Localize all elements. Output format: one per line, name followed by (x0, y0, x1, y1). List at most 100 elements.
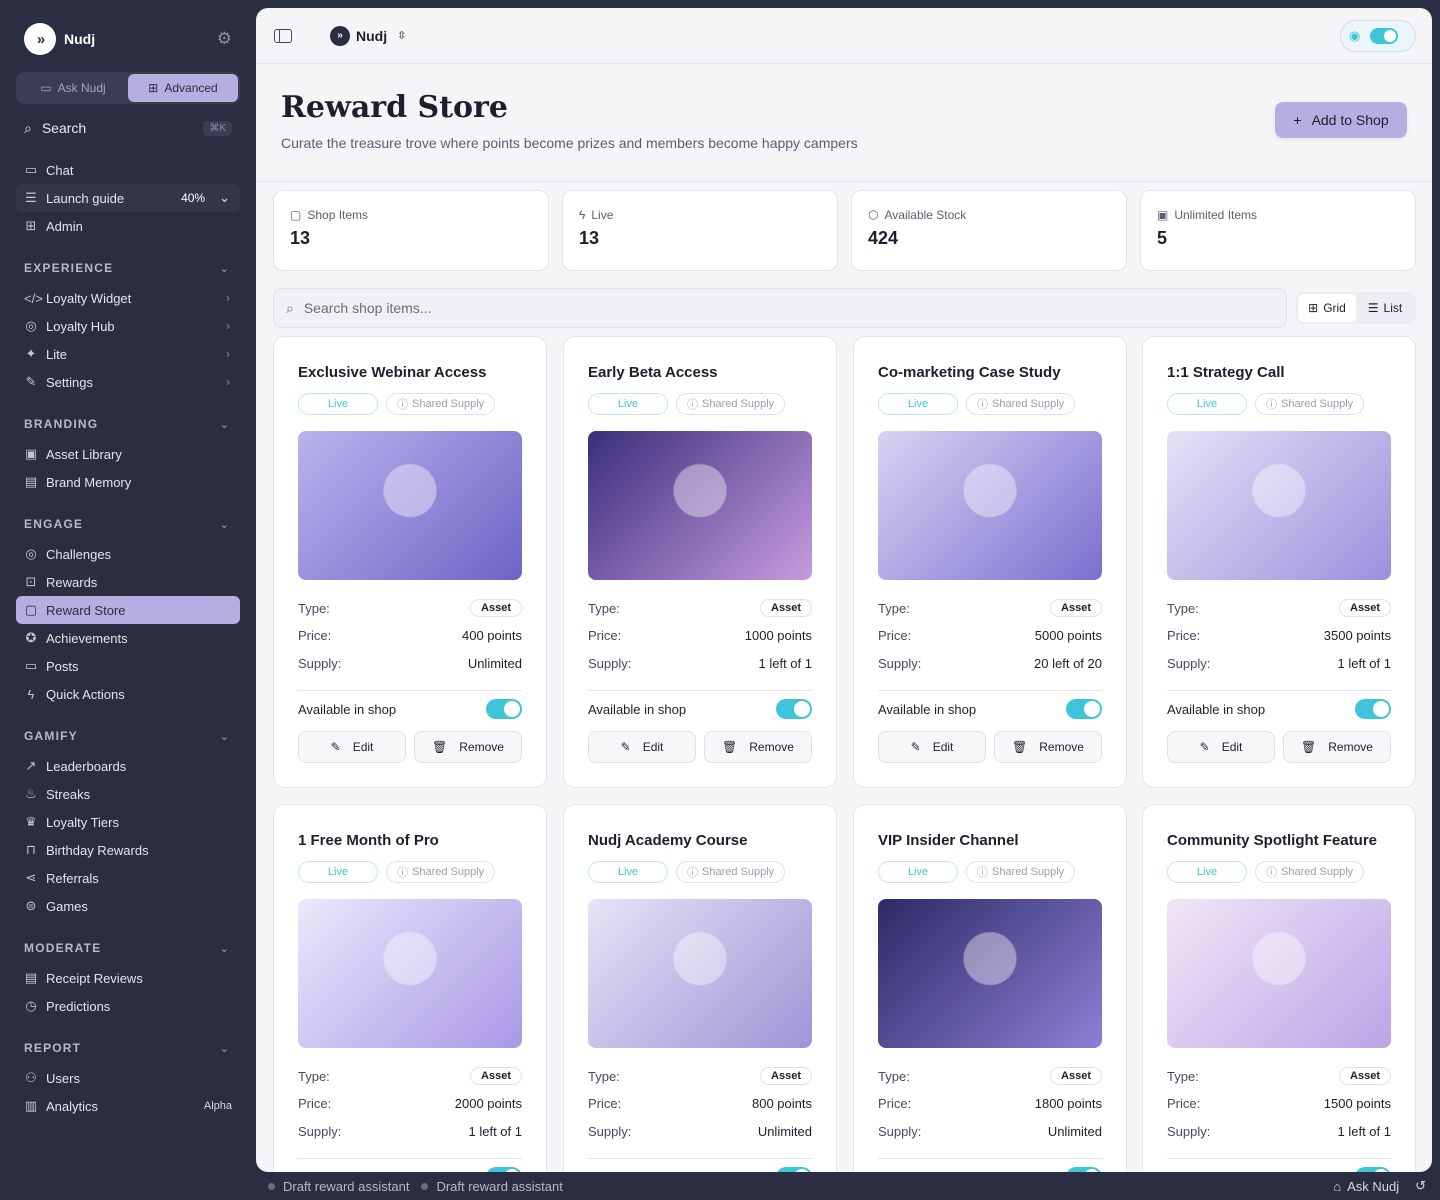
list-view-button[interactable]: ☰ List (1356, 294, 1414, 322)
sidebar-item-asset-library[interactable]: ▣ Asset Library (16, 440, 240, 468)
advanced-mode-button[interactable]: ⊞ Advanced (128, 74, 238, 102)
item-price-row: Price: 800 points (588, 1096, 812, 1111)
stat-value: 13 (290, 228, 311, 248)
edit-icon: ✎ (620, 740, 631, 754)
sidebar-item-challenges[interactable]: ◎ Challenges (16, 540, 240, 568)
item-name: VIP Insider Channel (878, 832, 1019, 849)
grid-view-button[interactable]: ⊞ Grid (1298, 294, 1356, 322)
ask-nudj-button[interactable]: ⌂ Ask Nudj ↺ (1333, 1178, 1426, 1194)
status-dot-icon (268, 1182, 275, 1190)
item-type-value: Asset (1050, 599, 1102, 617)
item-name: Nudj Academy Course (588, 832, 748, 849)
workspace-switcher[interactable]: » Nudj ⇳ (330, 25, 406, 46)
sidebar-item-birthday-rewards[interactable]: ⊓ Birthday Rewards (16, 836, 240, 864)
sidebar-item-reward-store[interactable]: ▢ Reward Store (16, 596, 240, 624)
sidebar-item-loyalty-tiers[interactable]: ♛ Loyalty Tiers (16, 808, 240, 836)
sidebar-item-rewards[interactable]: ⊡ Rewards (16, 568, 240, 596)
add-to-shop-button[interactable]: + Add to Shop (1275, 102, 1407, 138)
sidebar-item-settings[interactable]: ✎ Settings › (16, 368, 240, 396)
sidebar-item-loyalty-widget[interactable]: </> Loyalty Widget › (16, 284, 240, 312)
sidebar-item-leaderboards[interactable]: ↗ Leaderboards (16, 752, 240, 780)
post-icon: ▭ (24, 658, 38, 673)
group-header-report[interactable]: REPORT ⌄ (16, 1038, 240, 1058)
sidebar-item-label: Analytics (46, 1098, 99, 1114)
search-label: Search (41, 120, 87, 136)
sidebar-item-label: Chat (46, 162, 74, 178)
visibility-toggle[interactable]: ◉ (1340, 19, 1416, 52)
sidebar-item-brand-memory[interactable]: ▤ Brand Memory (16, 468, 240, 496)
search-shortcut: ⌘K (203, 120, 232, 136)
edit-button[interactable]: ✎ Edit (1167, 731, 1275, 763)
remove-button[interactable]: 🗑 Remove (414, 731, 522, 763)
divider (1167, 1158, 1391, 1159)
sidebar-item-receipt-reviews[interactable]: ▤ Receipt Reviews (16, 964, 240, 992)
sidebar-item-admin[interactable]: ⊞ Admin (16, 212, 240, 240)
available-toggle[interactable] (1355, 699, 1391, 719)
edit-button[interactable]: ✎ Edit (878, 731, 986, 763)
sidebar-item-quick-actions[interactable]: ϟ Quick Actions (16, 680, 240, 708)
draft-tab[interactable]: Draft reward assistant (436, 1179, 562, 1194)
item-price-label: Price: (878, 1096, 912, 1111)
available-toggle[interactable] (776, 699, 812, 719)
live-badge: Live (1167, 861, 1247, 883)
edit-button[interactable]: ✎ Edit (298, 731, 406, 763)
sidebar-item-referrals[interactable]: ⋖ Referrals (16, 864, 240, 892)
sidebar-item-label: Loyalty Widget (46, 290, 132, 306)
sidebar-item-users[interactable]: ⚇ Users (16, 1064, 240, 1092)
ask-nudj-label: Ask Nudj (1347, 1178, 1400, 1194)
shop-item-card: 1 Free Month of Pro Live ⓘ Shared Supply Typ… (273, 804, 547, 1172)
group-header-experience[interactable]: EXPERIENCE ⌄ (16, 258, 240, 278)
toggle-switch[interactable] (1370, 27, 1399, 44)
sidebar-item-lite[interactable]: ✦ Lite › (16, 340, 240, 368)
item-type-label: Type: (298, 1068, 330, 1084)
group-header-engage[interactable]: ENGAGE ⌄ (16, 514, 240, 534)
group-header-moderate[interactable]: MODERATE ⌄ (16, 938, 240, 958)
group-header-gamify[interactable]: GAMIFY ⌄ (16, 726, 240, 746)
sidebar-item-loyalty-hub[interactable]: ◎ Loyalty Hub › (16, 312, 240, 340)
item-price-value: 2000 points (454, 1096, 522, 1111)
sidebar-item-analytics[interactable]: ▥ Analytics Alpha (16, 1092, 240, 1120)
item-badges: Live ⓘ Shared Supply (1167, 393, 1365, 415)
sidebar-item-label: Posts (46, 658, 79, 674)
available-toggle[interactable] (1066, 699, 1102, 719)
sidebar-item-achievements[interactable]: ✪ Achievements (16, 624, 240, 652)
gear-icon[interactable]: ⚙ (217, 29, 232, 49)
checklist-icon: ☰ (25, 190, 37, 205)
available-toggle[interactable] (486, 699, 522, 719)
sidebar-item-predictions[interactable]: ◷ Predictions (16, 992, 240, 1020)
gamepad-icon: ⊜ (25, 898, 37, 913)
sidebar-item-games[interactable]: ⊜ Games (16, 892, 240, 920)
sidebar-toggle-icon[interactable] (274, 28, 292, 43)
sidebar-item-label: Asset Library (46, 446, 122, 462)
remove-button[interactable]: 🗑 Remove (994, 731, 1102, 763)
remove-button[interactable]: 🗑 Remove (1283, 731, 1391, 763)
item-type-row: Type: Asset (588, 599, 812, 617)
trophy-icon: ♛ (25, 814, 37, 829)
add-to-shop-label: Add to Shop (1311, 112, 1389, 128)
ask-nudj-mode-button[interactable]: ▭ Ask Nudj (18, 74, 128, 102)
shop-search-input[interactable]: ⌕ Search shop items... (273, 288, 1287, 328)
sidebar-item-posts[interactable]: ▭ Posts (16, 652, 240, 680)
chevron-down-icon: ⌄ (219, 518, 230, 531)
stat-card: ⬡ Available Stock 424 (851, 190, 1127, 271)
item-image (1167, 431, 1391, 580)
sidebar-item-streaks[interactable]: ♨ Streaks (16, 780, 240, 808)
draft-tab[interactable]: Draft reward assistant (283, 1179, 409, 1194)
stat-label-row: ▢ Shop Items (290, 208, 532, 222)
sidebar-item-label: Receipt Reviews (46, 970, 143, 986)
group-header-branding[interactable]: BRANDING ⌄ (16, 414, 240, 434)
sidebar-search[interactable]: ⌕ Search ⌘K (16, 114, 240, 142)
available-label: Available in shop (1167, 701, 1266, 717)
sidebar-item-label: Loyalty Tiers (46, 814, 119, 830)
info-icon: ⓘ (687, 399, 698, 411)
item-badges: Live ⓘ Shared Supply (298, 393, 496, 415)
sidebar-item-chat[interactable]: ▭ Chat (16, 156, 240, 184)
remove-button[interactable]: 🗑 Remove (704, 731, 812, 763)
item-price-label: Price: (588, 1096, 622, 1111)
item-type-label: Type: (878, 1068, 910, 1084)
divider (878, 1158, 1102, 1159)
edit-button[interactable]: ✎ Edit (588, 731, 696, 763)
item-image (588, 899, 812, 1048)
sidebar-item-launch-guide[interactable]: ☰ Launch guide 40% ⌄ (16, 184, 240, 212)
live-badge: Live (588, 861, 668, 883)
